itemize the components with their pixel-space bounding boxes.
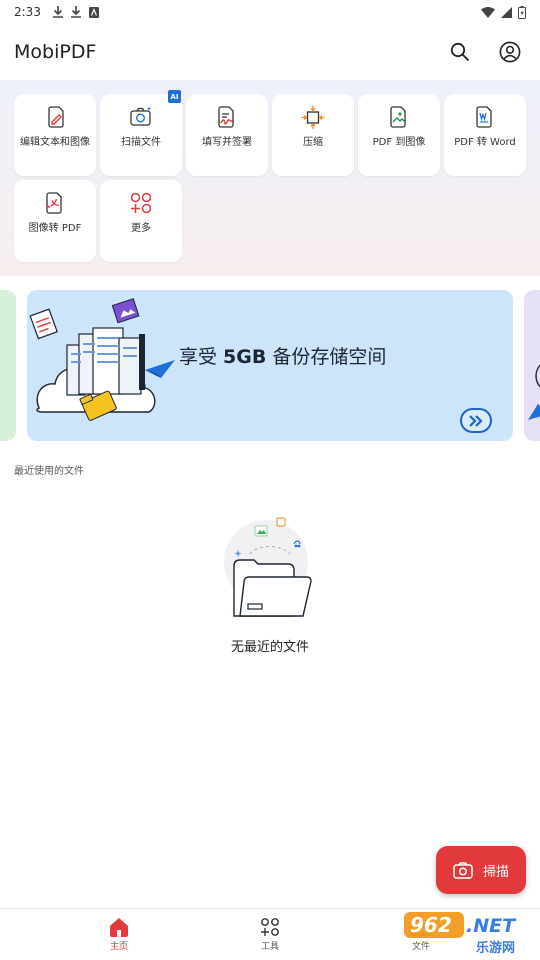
svg-text:乐游网: 乐游网 [476, 940, 515, 956]
edit-pen-icon [43, 105, 67, 129]
tool-pdf-to-image[interactable]: PDF 到图像 [358, 94, 440, 176]
wifi-icon [481, 6, 495, 18]
battery-icon [518, 5, 526, 19]
sign-document-icon [215, 105, 239, 129]
tool-label: PDF 到图像 [372, 137, 426, 148]
home-icon [110, 918, 128, 937]
banner-next-art [528, 364, 540, 420]
camera-scan-icon [129, 105, 153, 129]
empty-state-text: 无最近的文件 [230, 640, 309, 655]
nav-home[interactable]: 主页 [84, 917, 154, 952]
image-to-pdf-icon [43, 191, 67, 215]
tool-label: 编辑文本和图像 [20, 137, 90, 148]
app-bar: MobiPDF [0, 24, 540, 80]
cloud-storage-illustration [29, 298, 175, 421]
ai-badge: AI [168, 90, 181, 103]
tool-pdf-to-word[interactable]: PDF 转 Word [444, 94, 526, 176]
banner-title: 享受 5GB 备份存储空间 [179, 346, 387, 368]
tool-label: 压缩 [303, 137, 323, 148]
app-notification-icon [88, 6, 99, 18]
tool-label: 扫描文件 [121, 137, 161, 148]
status-time: 2:33 [14, 5, 41, 19]
banner-previous[interactable] [0, 290, 16, 441]
nav-label: 主页 [109, 942, 128, 952]
signal-icon [501, 6, 512, 18]
tools-grid-icon [261, 918, 279, 936]
account-button[interactable] [498, 40, 522, 64]
empty-folder-icon [224, 517, 312, 617]
svg-text:.NET: .NET [466, 915, 517, 937]
promo-carousel[interactable]: 享受 5GB 备份存储空间 [0, 290, 540, 442]
tool-scan-document[interactable]: AI 扫描文件 [100, 90, 182, 176]
tool-more[interactable]: 更多 [100, 180, 182, 262]
account-icon [499, 41, 521, 63]
compress-icon [301, 105, 325, 129]
tool-label: 填写并签署 [202, 137, 252, 148]
more-tools-icon [129, 191, 153, 215]
download-icon [52, 6, 63, 18]
watermark-logo: 962 .NET 乐游网 [404, 912, 517, 956]
svg-text:962: 962 [410, 913, 452, 937]
scan-fab-label: 掃描 [482, 864, 509, 880]
search-button[interactable] [448, 40, 472, 64]
camera-icon [453, 861, 473, 879]
double-chevron-right-icon [469, 414, 483, 427]
tools-panel: 编辑文本和图像 AI 扫描文件 填写并签署 压缩 PDF 到图像 PDF 转 W… [0, 80, 540, 276]
storage-promo-banner[interactable]: 享受 5GB 备份存储空间 [27, 290, 513, 441]
nav-tools[interactable]: 工具 [235, 917, 305, 952]
nav-label: 工具 [260, 942, 279, 952]
recent-files-label: 最近使用的文件 [14, 466, 84, 477]
tool-label: 图像转 PDF [28, 223, 82, 234]
scan-fab-button[interactable]: 掃描 [436, 846, 526, 894]
app-title: MobiPDF [14, 41, 97, 63]
pdf-to-word-icon [473, 105, 497, 129]
tool-edit-text-image[interactable]: 编辑文本和图像 [14, 94, 96, 176]
banner-forward-button[interactable] [460, 408, 492, 433]
tool-image-to-pdf[interactable]: 图像转 PDF [14, 180, 96, 262]
status-bar: 2:33 [0, 0, 540, 24]
tool-fill-sign[interactable]: 填写并签署 [186, 94, 268, 176]
tool-label: 更多 [131, 223, 151, 234]
tool-label: PDF 转 Word [454, 137, 516, 148]
pdf-to-image-icon [387, 105, 411, 129]
tool-compress[interactable]: 压缩 [272, 94, 354, 176]
banner-next[interactable] [524, 290, 540, 441]
search-icon [450, 42, 470, 62]
download-icon [70, 6, 81, 18]
